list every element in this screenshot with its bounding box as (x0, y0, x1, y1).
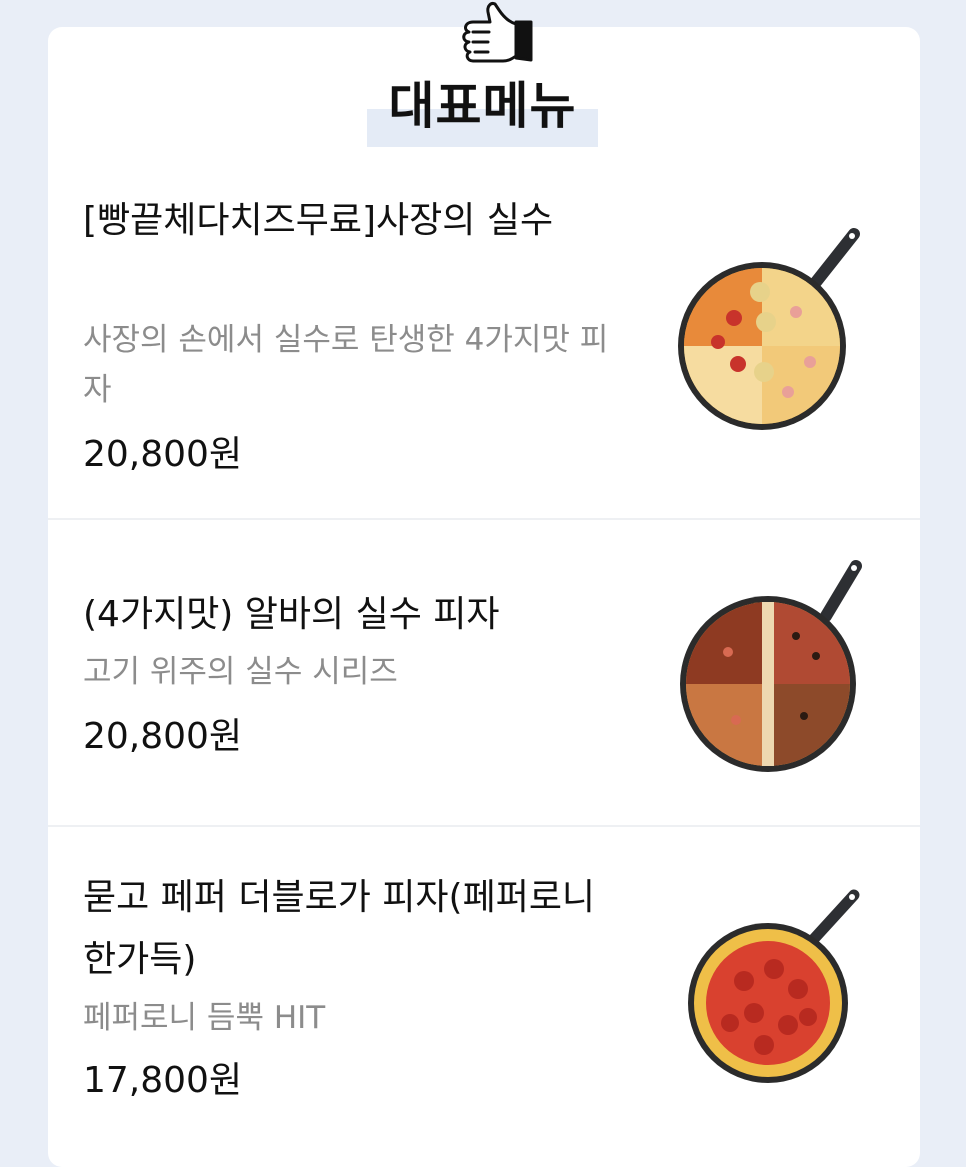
menu-item[interactable]: 묻고 페퍼 더블로가 피자(페퍼로니 한가득) 페퍼로니 듬뿍 HIT 17,8… (48, 827, 920, 1128)
menu-item-price: 20,800원 (83, 434, 243, 475)
menu-item-name: 묻고 페퍼 더블로가 피자(페퍼로니 한가득) (83, 877, 596, 980)
four-quarter-pizza-pan-image (678, 228, 860, 430)
menu-item-name: [빵끝체다치즈무료]사장의 실수 (83, 200, 554, 241)
menu-item[interactable]: (4가지맛) 알바의 실수 피자 고기 위주의 실수 시리즈 20,800원 (48, 520, 920, 825)
page-title: 대표메뉴 (388, 77, 577, 135)
menu-item-description: 사장의 손에서 실수로 탄생한 4가지맛 피자 (83, 322, 609, 408)
menu-item[interactable]: [빵끝체다치즈무료]사장의 실수 사장의 손에서 실수로 탄생한 4가지맛 피자… (48, 180, 920, 518)
menu-item-price: 17,800원 (83, 1060, 243, 1101)
thumbs-up-icon (462, 2, 533, 63)
section-heading: 대표메뉴 (367, 71, 598, 147)
menu-item-description: 고기 위주의 실수 시리즈 (83, 654, 398, 690)
menu-item-description: 페퍼로니 듬뿍 HIT (83, 1000, 326, 1036)
menu-item-price: 20,800원 (83, 716, 243, 757)
pepperoni-pizza-pan-image (688, 889, 860, 1083)
menu-item-name: (4가지맛) 알바의 실수 피자 (83, 594, 500, 635)
meat-four-quarter-pizza-pan-image (680, 560, 862, 772)
